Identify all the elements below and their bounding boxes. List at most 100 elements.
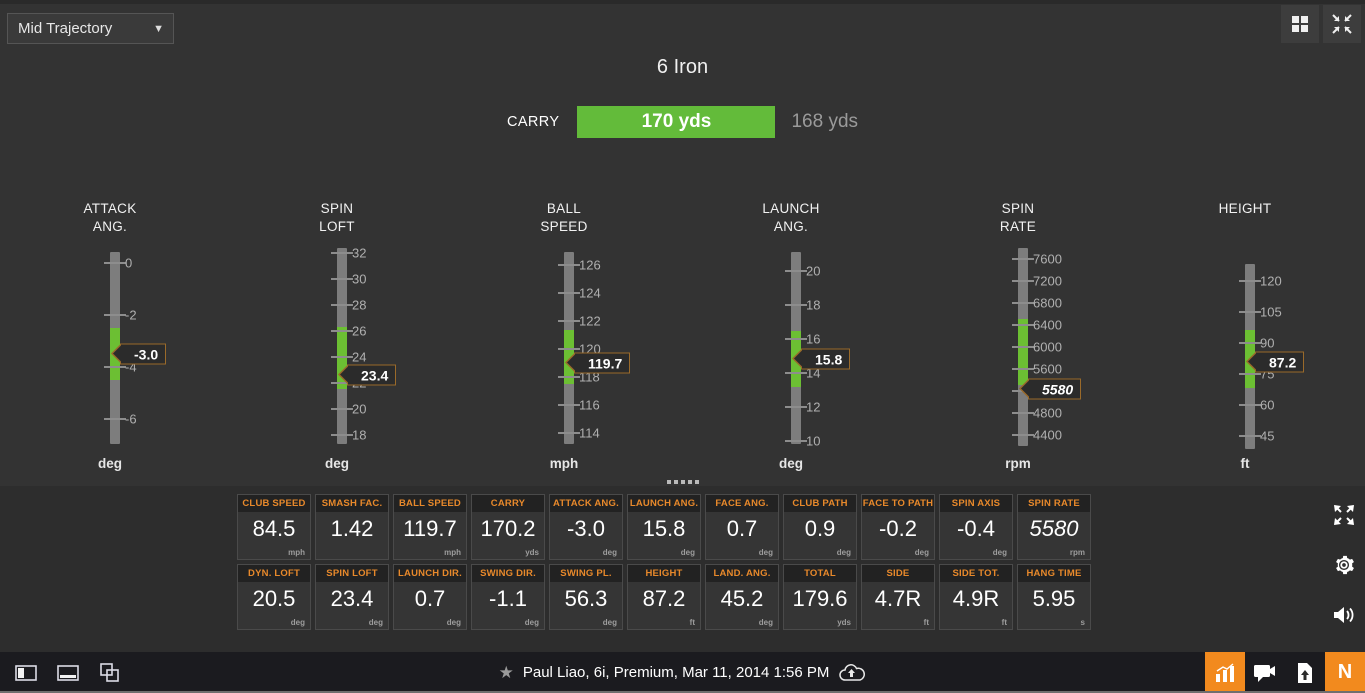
metric-tile[interactable]: CLUB PATH 0.9 deg: [783, 494, 857, 560]
metric-tile[interactable]: CLUB SPEED 84.5 mph: [237, 494, 311, 560]
metric-label: FACE TO PATH: [862, 495, 934, 512]
collapse-button[interactable]: [1323, 5, 1361, 43]
metric-unit: deg: [602, 548, 617, 557]
metric-label: SMASH FAC.: [316, 495, 388, 512]
metric-tile[interactable]: SIDE 4.7R ft: [861, 564, 935, 630]
video-tab-button[interactable]: [1245, 652, 1285, 693]
gauge-tick-label: 120: [1260, 273, 1282, 289]
metric-label: SPIN RATE: [1018, 495, 1090, 512]
metric-body: 170.2 yds: [472, 512, 544, 559]
metric-tile[interactable]: BALL SPEED 119.7 mph: [393, 494, 467, 560]
metric-value: 56.3: [564, 586, 608, 611]
metric-value: 0.9: [804, 516, 836, 541]
metric-unit: deg: [680, 548, 695, 557]
windows-panel-button[interactable]: [92, 655, 128, 691]
metric-unit: deg: [290, 618, 305, 627]
metric-label: SPIN LOFT: [316, 565, 388, 582]
metric-tile[interactable]: DYN. LOFT 20.5 deg: [237, 564, 311, 630]
metric-tile[interactable]: SWING PL. 56.3 deg: [549, 564, 623, 630]
metric-unit: yds: [525, 548, 539, 557]
gauge-unit: deg: [97, 456, 122, 471]
metric-tile[interactable]: HANG TIME 5.95 s: [1017, 564, 1091, 630]
metric-unit: ft: [689, 618, 695, 627]
metric-body: 15.8 deg: [628, 512, 700, 559]
trajectory-select[interactable]: Mid Trajectory ▼: [7, 13, 174, 44]
metric-tile[interactable]: LAUNCH DIR. 0.7 deg: [393, 564, 467, 630]
video-icon: [1254, 664, 1275, 682]
chart-tab-button[interactable]: [1205, 652, 1245, 693]
volume-button[interactable]: [1329, 600, 1359, 630]
metric-label: SPIN AXIS: [940, 495, 1012, 512]
metrics-row-2: DYN. LOFT 20.5 deg SPIN LOFT 23.4 deg LAUNCH D…: [237, 564, 1091, 630]
metric-tile[interactable]: CARRY 170.2 yds: [471, 494, 545, 560]
gauge-value-callout: 15.8: [791, 348, 851, 370]
grid-view-icon: [1292, 16, 1308, 32]
metric-tile[interactable]: HEIGHT 87.2 ft: [627, 564, 701, 630]
gauge-launch-ang: LAUNCH ANG. 20 18 16 14 12 10 15.8 deg: [691, 200, 891, 471]
metric-label: LAND. ANG.: [706, 565, 778, 582]
trajectory-select-value: Mid Trajectory: [18, 20, 113, 37]
gauge-tick: [331, 434, 353, 436]
metric-tile[interactable]: SMASH FAC. 1.42: [315, 494, 389, 560]
carry-row: CARRY 170 yds 168 yds: [0, 106, 1365, 138]
metric-tile[interactable]: FACE TO PATH -0.2 deg: [861, 494, 935, 560]
gauge-tick: [331, 408, 353, 410]
n-button[interactable]: N: [1325, 652, 1365, 693]
gauge-scale: 323028262422201823.4: [237, 242, 437, 452]
gauge-title-line2: RATE: [999, 219, 1037, 234]
gauge-tick-label: 26: [352, 323, 367, 339]
metric-body: 87.2 ft: [628, 582, 700, 629]
gauge-unit: ft: [1240, 456, 1250, 471]
metric-tile[interactable]: SPIN AXIS -0.4 deg: [939, 494, 1013, 560]
trajectory-select-wrapper[interactable]: Mid Trajectory ▼: [7, 13, 174, 44]
metric-unit: deg: [368, 618, 383, 627]
metric-label: TOTAL: [784, 565, 856, 582]
metric-tile[interactable]: SPIN LOFT 23.4 deg: [315, 564, 389, 630]
metric-tile[interactable]: SPIN RATE 5580 rpm: [1017, 494, 1091, 560]
metric-tile[interactable]: TOTAL 179.6 yds: [783, 564, 857, 630]
metric-tile[interactable]: SWING DIR. -1.1 deg: [471, 564, 545, 630]
expand-arrows-button[interactable]: [1329, 500, 1359, 530]
metric-unit: yds: [837, 618, 851, 627]
gauge-tick: [785, 338, 807, 340]
carry-secondary-value: 168 yds: [791, 111, 859, 132]
bottom-panel-button[interactable]: [50, 655, 86, 691]
gauge-unit: deg: [778, 456, 803, 471]
metric-value: 170.2: [480, 516, 536, 541]
star-icon[interactable]: ★: [499, 663, 514, 683]
metric-tile[interactable]: LAUNCH ANG. 15.8 deg: [627, 494, 701, 560]
volume-icon: [1334, 607, 1354, 623]
settings-button[interactable]: [1329, 550, 1359, 580]
gauge-title-line2: SPEED: [540, 219, 588, 234]
metric-label: CLUB SPEED: [238, 495, 310, 512]
gauge-tick: [331, 330, 353, 332]
split-panel-button[interactable]: [8, 655, 44, 691]
gauge-tick-label: 20: [352, 401, 367, 417]
metric-body: 45.2 deg: [706, 582, 778, 629]
export-tab-button[interactable]: [1285, 652, 1325, 693]
metric-label: SIDE TOT.: [940, 565, 1012, 582]
metric-value: 5580: [1029, 516, 1079, 541]
gauge-tick-label: 32: [352, 245, 367, 261]
status-bar: ★ Paul Liao, 6i, Premium, Mar 11, 2014 1…: [0, 652, 1365, 693]
metric-tile[interactable]: SIDE TOT. 4.9R ft: [939, 564, 1013, 630]
metric-body: 179.6 yds: [784, 582, 856, 629]
grid-view-button[interactable]: [1281, 5, 1319, 43]
side-icon-bar: [1329, 500, 1359, 630]
metric-tile[interactable]: FACE ANG. 0.7 deg: [705, 494, 779, 560]
cloud-upload-icon[interactable]: [838, 663, 866, 683]
metric-tile[interactable]: ATTACK ANG. -3.0 deg: [549, 494, 623, 560]
metric-label: SWING PL.: [550, 565, 622, 582]
metrics-panel: CLUB SPEED 84.5 mph SMASH FAC. 1.42 BALL SPEE…: [0, 486, 1365, 653]
chart-icon: [1216, 662, 1234, 682]
metric-value: 4.9R: [952, 586, 1000, 611]
metric-value: -0.4: [957, 516, 995, 541]
metric-body: 56.3 deg: [550, 582, 622, 629]
metric-unit: ft: [923, 618, 929, 627]
gauge-tick: [558, 404, 580, 406]
gauge-tick: [785, 406, 807, 408]
metric-tile[interactable]: LAND. ANG. 45.2 deg: [705, 564, 779, 630]
gauge-tick-label: -6: [125, 411, 137, 427]
metric-body: -0.4 deg: [940, 512, 1012, 559]
metric-unit: deg: [914, 548, 929, 557]
